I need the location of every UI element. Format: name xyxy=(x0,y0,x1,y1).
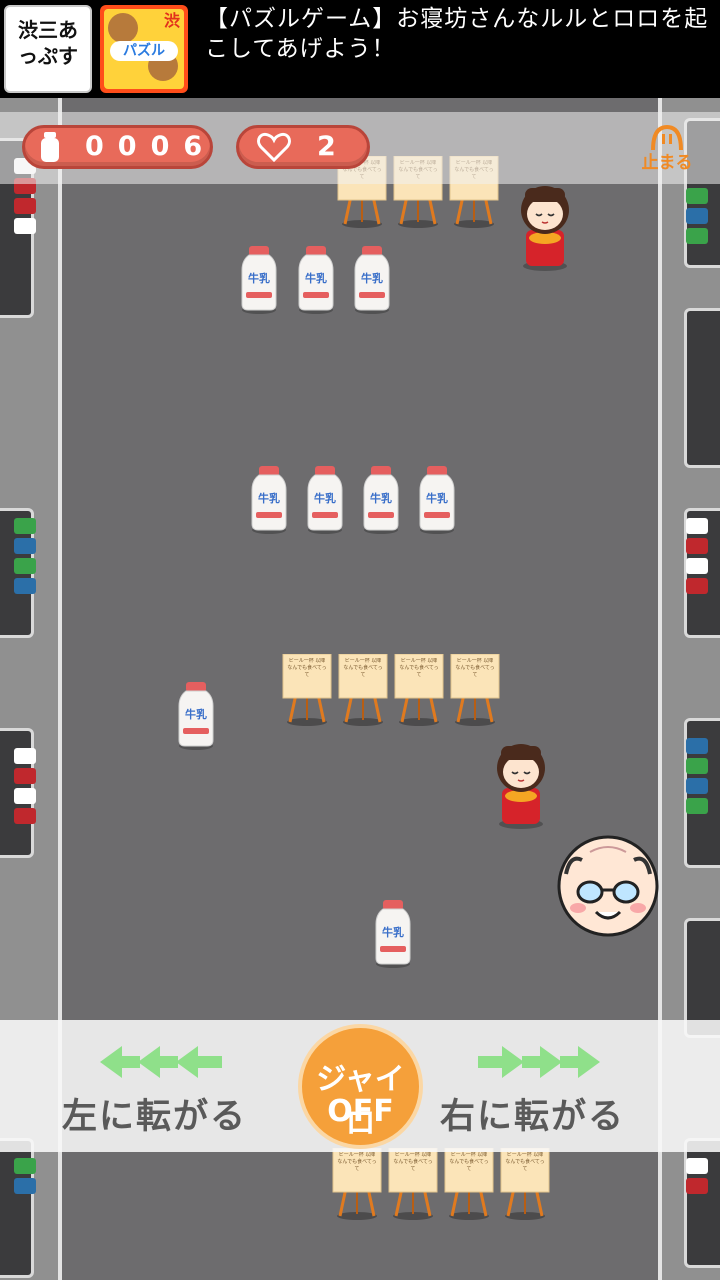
signboard: ビール一杯 以降 なんでも食べてって xyxy=(338,653,388,726)
pause-button[interactable]: 止まる xyxy=(636,124,698,174)
signboard: ビール一杯 以降 なんでも食べてって xyxy=(500,1147,550,1220)
ad-banner[interactable]: 渋三あっぷす パズル 渋 【パズルゲーム】お寝坊さんなルルとロロを起こしてあげよ… xyxy=(0,0,720,98)
milk-bottle: 牛乳 xyxy=(353,246,391,314)
sign-text: ビール一杯 以降 なんでも食べてって xyxy=(287,658,327,678)
sign-text: ビール一杯 以降 なんでも食べてって xyxy=(343,658,383,678)
gyro-toggle-button[interactable]: ジャイロ OFF xyxy=(298,1024,423,1149)
heart-icon xyxy=(257,132,291,163)
milk-bottle: 牛乳 xyxy=(374,900,412,968)
app-logo-icon[interactable]: 渋三あっぷす xyxy=(4,5,92,93)
signboard: ビール一杯 以降 なんでも食べてって xyxy=(282,653,332,726)
milk-bottle: 牛乳 xyxy=(250,466,288,534)
sign-text: ビール一杯 以降 なんでも食べてって xyxy=(505,1152,545,1172)
milk-bottle: 牛乳 xyxy=(306,466,344,534)
signboard: ビール一杯 以降 なんでも食べてって xyxy=(450,653,500,726)
sign-text: ビール一杯 以降 なんでも食べてって xyxy=(455,658,495,678)
sign-text: ビール一杯 以降 なんでも食べてって xyxy=(449,1152,489,1172)
milk-bottle: 牛乳 xyxy=(362,466,400,534)
pause-label: 止まる xyxy=(641,153,693,173)
milk-count: 0006 xyxy=(85,131,217,162)
milk-bottle-icon xyxy=(39,132,61,162)
badge-text: 渋 xyxy=(164,11,181,30)
signboard: ビール一杯 以降 なんでも食べてって xyxy=(394,653,444,726)
signboard: ビール一杯 以降 なんでも食べてって xyxy=(388,1147,438,1220)
milk-label: 牛乳 xyxy=(248,272,270,285)
milk-label: 牛乳 xyxy=(185,708,207,721)
milk-bottle: 牛乳 xyxy=(240,246,278,314)
sign-text: ビール一杯 以降 なんでも食べてって xyxy=(337,1152,377,1172)
roll-left-button[interactable]: 左に転がる xyxy=(62,1088,247,1139)
girl-character xyxy=(512,180,578,272)
sign-text: ビール一杯 以降 なんでも食べてって xyxy=(399,658,439,678)
sign-text: ビール一杯 以降 なんでも食べてって xyxy=(393,1152,433,1172)
left-arrows-icon[interactable] xyxy=(100,1042,222,1082)
milk-label: 牛乳 xyxy=(314,492,336,505)
roll-right-button[interactable]: 右に転がる xyxy=(440,1088,625,1139)
milk-label: 牛乳 xyxy=(361,272,383,285)
player-old-man xyxy=(556,834,660,938)
girl-character xyxy=(488,738,554,830)
milk-bottle: 牛乳 xyxy=(418,466,456,534)
puzzle-app-icon[interactable]: パズル 渋 xyxy=(100,5,188,93)
milk-bottle: 牛乳 xyxy=(297,246,335,314)
milk-label: 牛乳 xyxy=(370,492,392,505)
gyro-state: OFF xyxy=(327,1094,394,1129)
lives-counter: 2 xyxy=(236,125,370,169)
milk-label: 牛乳 xyxy=(426,492,448,505)
milk-bottle: 牛乳 xyxy=(177,682,215,750)
ad-text: 【パズルゲーム】お寝坊さんなルルとロロを起こしてあげよう！ xyxy=(205,6,709,62)
milk-label: 牛乳 xyxy=(258,492,280,505)
puzzle-label: パズル xyxy=(110,41,178,61)
milk-counter: 0006 xyxy=(22,125,213,169)
app-logo-text: 渋三あっぷす xyxy=(18,18,78,68)
right-arrows-icon[interactable] xyxy=(478,1042,600,1082)
milk-label: 牛乳 xyxy=(305,272,327,285)
signboard: ビール一杯 以降 なんでも食べてって xyxy=(332,1147,382,1220)
milk-label: 牛乳 xyxy=(382,926,404,939)
signboard: ビール一杯 以降 なんでも食べてって xyxy=(444,1147,494,1220)
lives-count: 2 xyxy=(317,131,336,162)
